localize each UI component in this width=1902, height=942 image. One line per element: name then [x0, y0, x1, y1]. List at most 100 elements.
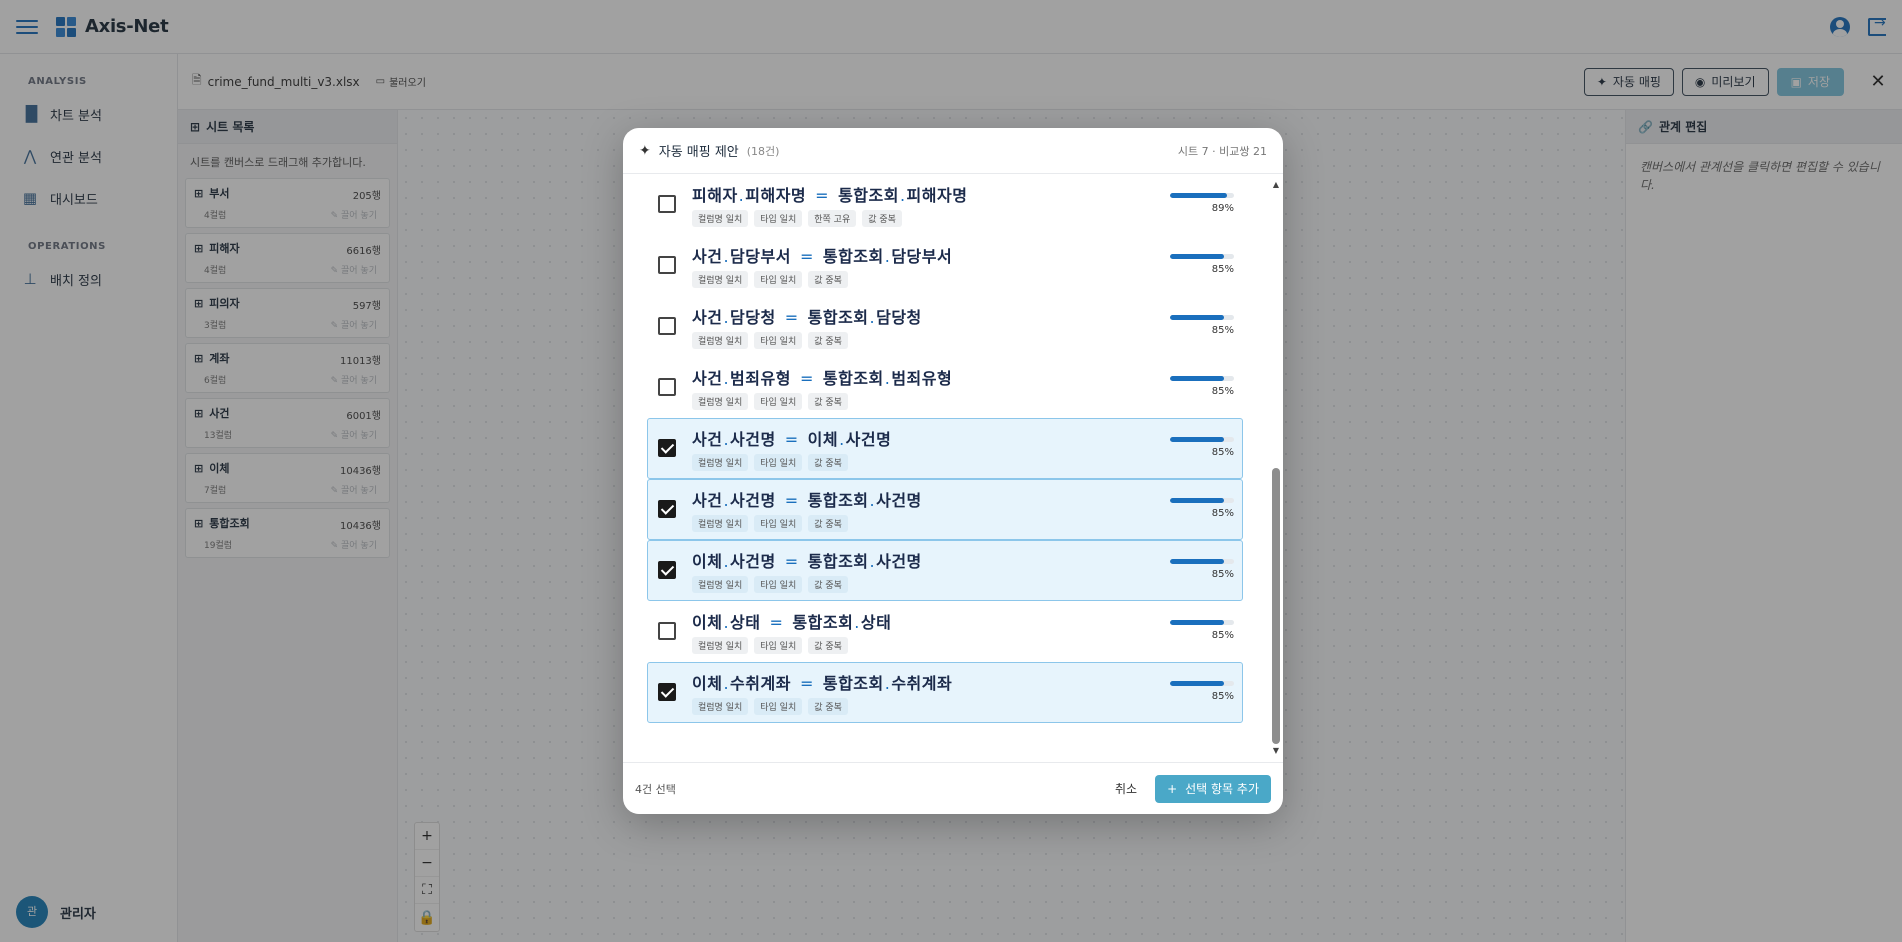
confidence-percent: 85% [1211, 386, 1234, 397]
right-sheet: 통합조회 [838, 186, 899, 205]
dot-separator: . [869, 552, 876, 571]
left-column: 사건명 [730, 430, 776, 449]
magic-wand-icon: ✦ [639, 142, 651, 159]
row-checkbox[interactable] [658, 500, 676, 518]
confidence-bar [1170, 254, 1234, 259]
right-column: 피해자명 [906, 186, 968, 205]
row-checkbox[interactable] [658, 378, 676, 396]
match-tag: 타입 일치 [754, 393, 803, 410]
confidence-score: 85% [1170, 559, 1234, 580]
add-selected-button[interactable]: + 선택 항목 추가 [1155, 774, 1271, 803]
dot-separator: . [869, 308, 876, 327]
match-tags: 컬럼명 일치 타입 일치 값 중복 [692, 515, 848, 532]
confidence-bar-fill [1170, 437, 1225, 442]
match-tags: 컬럼명 일치 타입 일치 값 중복 [692, 637, 848, 654]
suggestion-row[interactable]: 이체.사건명 = 통합조회.사건명 컬럼명 일치 타입 일치 값 중복 85% [647, 540, 1243, 601]
right-column: 사건명 [876, 552, 922, 571]
left-sheet: 사건 [692, 308, 723, 327]
confidence-percent: 85% [1211, 508, 1234, 519]
left-sheet: 피해자 [692, 186, 738, 205]
suggestion-row[interactable]: 사건.사건명 = 통합조회.사건명 컬럼명 일치 타입 일치 값 중복 85% [647, 479, 1243, 540]
confidence-score: 85% [1170, 376, 1234, 397]
left-sheet: 사건 [692, 430, 723, 449]
suggestion-row[interactable]: 피해자.피해자명 = 통합조회.피해자명 컬럼명 일치 타입 일치 한쪽 고유 값 중복 89… [647, 174, 1243, 235]
left-sheet: 사건 [692, 247, 723, 266]
scroll-up-icon[interactable]: ▲ [1271, 180, 1281, 190]
match-tag: 값 중복 [808, 515, 848, 532]
match-tag: 컬럼명 일치 [692, 576, 749, 593]
confidence-bar-fill [1170, 498, 1225, 503]
mapping-text: 이체.수취계좌 = 통합조회.수취계좌 [692, 670, 952, 694]
confidence-percent: 85% [1211, 447, 1234, 458]
right-sheet: 통합조회 [822, 247, 884, 266]
scrollbar-thumb[interactable] [1272, 468, 1280, 744]
row-checkbox[interactable] [658, 622, 676, 640]
left-column: 피해자명 [745, 186, 807, 205]
confidence-bar-fill [1170, 254, 1225, 259]
dot-separator: . [899, 186, 906, 205]
equals-sign: = [784, 308, 799, 327]
match-tag: 한쪽 고유 [808, 210, 857, 227]
confidence-score: 85% [1170, 498, 1234, 519]
match-tag: 타입 일치 [754, 698, 803, 715]
match-tag: 컬럼명 일치 [692, 210, 749, 227]
confidence-score: 85% [1170, 315, 1234, 336]
mapping-text: 사건.담당부서 = 통합조회.담당부서 [692, 243, 952, 267]
match-tag: 값 중복 [808, 271, 848, 288]
row-checkbox[interactable] [658, 439, 676, 457]
plus-icon: + [1167, 781, 1178, 796]
mapping-text: 사건.담당청 = 통합조회.담당청 [692, 304, 922, 328]
row-checkbox[interactable] [658, 256, 676, 274]
left-sheet: 이체 [692, 613, 723, 632]
row-checkbox[interactable] [658, 195, 676, 213]
confidence-percent: 85% [1211, 691, 1234, 702]
left-sheet: 이체 [692, 552, 723, 571]
row-checkbox[interactable] [658, 317, 676, 335]
suggestion-row[interactable]: 사건.담당청 = 통합조회.담당청컬럼명 일치 타입 일치 값 중복 85% [647, 296, 1243, 357]
match-tag: 값 중복 [862, 210, 902, 227]
suggestion-row[interactable]: 사건.사건명 = 이체.사건명 컬럼명 일치 타입 일치 값 중복 85% [647, 418, 1243, 479]
dot-separator: . [839, 430, 845, 449]
confidence-bar [1170, 315, 1234, 320]
mapping-text: 이체.사건명 = 통합조회.사건명 [692, 548, 922, 572]
dot-separator: . [723, 430, 730, 449]
selected-count: 4건 선택 [635, 782, 676, 796]
dot-separator: . [723, 491, 730, 510]
row-checkbox[interactable] [658, 683, 676, 701]
dot-separator: . [723, 308, 730, 327]
confidence-bar-fill [1170, 376, 1225, 381]
equals-sign: = [799, 247, 814, 266]
equals-sign: = [799, 674, 814, 693]
dialog-footer: 4건 선택 취소 + 선택 항목 추가 [623, 762, 1283, 814]
suggestion-list-scroll[interactable]: 피해자.피해자명 = 통합조회.피해자명 컬럼명 일치 타입 일치 한쪽 고유 값 중복 89… [623, 174, 1283, 762]
match-tag: 값 중복 [808, 332, 848, 349]
auto-mapping-dialog: ✦ 자동 매핑 제안 (18건) 시트 7 · 비교쌍 21 피해자.피해자명 =… [623, 128, 1283, 814]
match-tag: 컬럼명 일치 [692, 271, 749, 288]
row-checkbox[interactable] [658, 561, 676, 579]
suggestion-row[interactable]: 사건.범죄유형 = 통합조회.범죄유형 컬럼명 일치 타입 일치 값 중복 85% [647, 357, 1243, 418]
left-column: 사건명 [730, 552, 776, 571]
match-tags: 컬럼명 일치 타입 일치 값 중복 [692, 271, 848, 288]
confidence-score: 85% [1170, 620, 1234, 641]
suggestion-row[interactable]: 이체.상태 = 통합조회.상태 컬럼명 일치 타입 일치 값 중복 85% [647, 601, 1243, 662]
suggestion-row[interactable]: 이체.수취계좌 = 통합조회.수취계좌 컬럼명 일치 타입 일치 값 중복 85% [647, 662, 1243, 723]
scroll-down-icon[interactable]: ▼ [1271, 746, 1281, 756]
left-sheet: 이체 [692, 674, 723, 693]
right-column: 사건명 [876, 491, 922, 510]
right-sheet: 통합조회 [822, 369, 884, 388]
right-sheet: 통합조회 [822, 674, 884, 693]
match-tag: 컬럼명 일치 [692, 332, 749, 349]
match-tag: 타입 일치 [754, 515, 803, 532]
right-column: 담당부서 [891, 247, 953, 266]
cancel-button[interactable]: 취소 [1097, 780, 1155, 797]
dialog-header: ✦ 자동 매핑 제안 (18건) 시트 7 · 비교쌍 21 [623, 128, 1283, 174]
confidence-percent: 85% [1211, 630, 1234, 641]
match-tag: 타입 일치 [754, 271, 803, 288]
match-tag: 타입 일치 [754, 576, 803, 593]
match-tags: 컬럼명 일치 타입 일치 값 중복 [692, 332, 848, 349]
suggestion-count: (18건) [746, 144, 780, 158]
suggestion-row[interactable]: 사건.담당부서 = 통합조회.담당부서 컬럼명 일치 타입 일치 값 중복 85% [647, 235, 1243, 296]
scrollbar[interactable]: ▲ ▼ [1271, 180, 1281, 756]
equals-sign: = [784, 552, 799, 571]
confidence-score: 85% [1170, 437, 1234, 458]
